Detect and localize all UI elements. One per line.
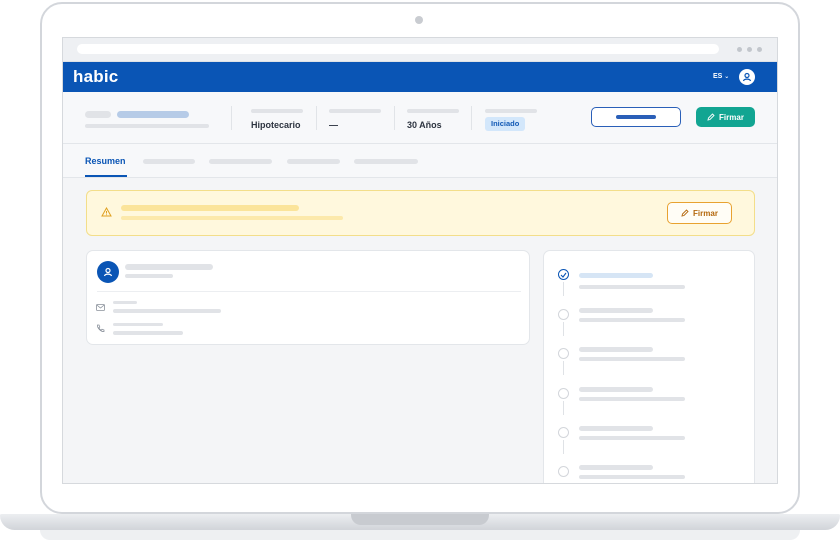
step-text-placeholder <box>579 318 685 322</box>
browser-chrome <box>63 38 777 62</box>
window-dot <box>757 47 762 52</box>
top-navbar: habic ES ⌄ <box>63 62 777 92</box>
step-text-placeholder <box>579 357 685 361</box>
alert-sign-button-label: Firmar <box>693 208 718 218</box>
divider <box>231 106 232 130</box>
step-connector <box>563 440 564 454</box>
chevron-down-icon: ⌄ <box>724 74 730 80</box>
step-connector <box>563 322 564 336</box>
placeholder-text <box>85 111 111 118</box>
screen: habic ES ⌄ Hipotecario — 30 Años Iniciad… <box>62 37 778 484</box>
tab-placeholder[interactable] <box>143 159 195 164</box>
field-label-placeholder <box>251 109 303 113</box>
field-value-type: Hipotecario <box>251 120 301 130</box>
step-done-indicator <box>558 269 569 280</box>
phone-icon <box>97 324 105 332</box>
divider <box>471 106 472 130</box>
app-logo[interactable]: habic <box>73 67 118 87</box>
button-label-placeholder <box>616 115 656 119</box>
step-indicator <box>558 466 569 477</box>
client-subtitle-placeholder <box>125 274 173 278</box>
camera-dot <box>415 16 423 24</box>
tab-placeholder[interactable] <box>354 159 418 164</box>
step-connector <box>563 361 564 375</box>
user-icon <box>742 72 752 82</box>
placeholder-text <box>85 124 209 128</box>
user-icon <box>103 267 113 277</box>
email-label-placeholder <box>113 301 137 304</box>
warning-icon <box>101 207 112 217</box>
placeholder-title <box>117 111 189 118</box>
step-indicator <box>558 309 569 320</box>
step-text-placeholder <box>579 397 685 401</box>
mail-icon <box>96 304 105 311</box>
active-tab-indicator <box>85 175 127 177</box>
tab-resumen[interactable]: Resumen <box>85 156 126 166</box>
window-dot <box>747 47 752 52</box>
divider <box>316 106 317 130</box>
field-label-placeholder <box>485 109 537 113</box>
laptop-notch <box>351 514 489 525</box>
step-title-placeholder <box>579 465 653 470</box>
step-indicator <box>558 427 569 438</box>
sign-button[interactable]: Firmar <box>696 107 755 127</box>
email-value-placeholder[interactable] <box>113 309 221 313</box>
status-badge: Iniciado <box>485 117 526 131</box>
step-text-placeholder <box>579 285 685 289</box>
phone-value-placeholder[interactable] <box>113 331 183 335</box>
step-title-placeholder <box>579 308 653 313</box>
url-bar[interactable] <box>77 44 719 54</box>
pencil-icon <box>707 113 715 121</box>
tab-bar: Resumen <box>63 144 777 178</box>
secondary-action-button[interactable] <box>591 107 681 127</box>
step-indicator <box>558 348 569 359</box>
step-title-placeholder <box>579 387 653 392</box>
step-text-placeholder <box>579 475 685 479</box>
field-value-amount: — <box>329 120 338 130</box>
language-selector[interactable]: ES ⌄ <box>713 73 729 80</box>
sign-button-label: Firmar <box>719 112 744 122</box>
field-label-placeholder <box>407 109 459 113</box>
step-text-placeholder <box>579 436 685 440</box>
warning-alert: Firmar <box>86 190 755 236</box>
window-dot <box>737 47 742 52</box>
alert-text-placeholder <box>121 216 343 220</box>
step-title-placeholder <box>579 426 653 431</box>
user-avatar[interactable] <box>739 69 755 85</box>
laptop-shadow <box>40 530 800 540</box>
tab-placeholder[interactable] <box>287 159 340 164</box>
pencil-icon <box>681 209 689 217</box>
loan-header: Hipotecario — 30 Años Iniciado Firmar <box>63 92 777 144</box>
language-label: ES <box>713 73 723 80</box>
step-title-placeholder <box>579 347 653 352</box>
step-connector <box>563 282 564 296</box>
check-icon <box>560 272 567 278</box>
step-title-placeholder <box>579 273 653 278</box>
field-value-term: 30 Años <box>407 120 442 130</box>
alert-sign-button[interactable]: Firmar <box>667 202 732 224</box>
laptop-mockup: habic ES ⌄ Hipotecario — 30 Años Iniciad… <box>0 0 840 543</box>
tab-placeholder[interactable] <box>209 159 272 164</box>
phone-label-placeholder <box>113 323 163 326</box>
client-name-placeholder <box>125 264 213 270</box>
progress-steps-card <box>543 250 755 483</box>
divider <box>97 291 521 292</box>
alert-title-placeholder <box>121 205 299 211</box>
divider <box>394 106 395 130</box>
step-indicator <box>558 388 569 399</box>
contact-card <box>86 250 530 345</box>
step-connector <box>563 401 564 415</box>
field-label-placeholder <box>329 109 381 113</box>
client-avatar <box>97 261 119 283</box>
